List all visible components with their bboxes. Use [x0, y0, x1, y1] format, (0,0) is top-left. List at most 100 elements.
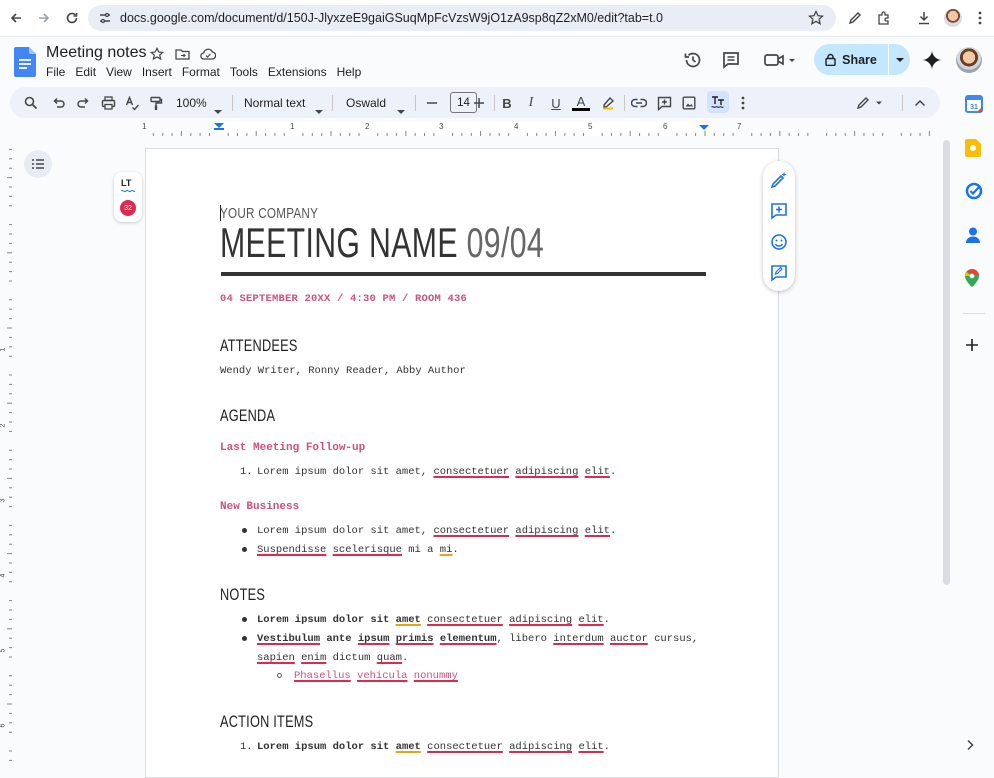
share-main-button[interactable]: Share — [814, 44, 888, 75]
tasks-icon[interactable] — [965, 182, 983, 200]
ruler-label: 7 — [737, 122, 742, 131]
languagetool-widget[interactable]: LT 32 — [114, 172, 142, 222]
zoom-select[interactable]: 100% — [176, 96, 207, 110]
date-time-location[interactable]: 04 SEPTEMBER 20XX / 4:30 PM / ROOM 436 — [220, 293, 467, 305]
bullet — [242, 547, 247, 552]
languagetool-logo: LT — [121, 178, 132, 188]
text-color-button[interactable]: A — [572, 94, 590, 111]
docs-logo-icon[interactable] — [14, 47, 36, 77]
list-item-continued[interactable]: sapien enim dictum quam. — [257, 652, 408, 664]
menu-tools[interactable]: Tools — [225, 65, 263, 79]
insert-image-icon[interactable] — [680, 94, 698, 112]
menu-file[interactable]: File — [46, 65, 70, 79]
keep-icon[interactable] — [965, 139, 983, 157]
get-add-ons-icon[interactable] — [965, 338, 983, 356]
menu-format[interactable]: Format — [177, 65, 225, 79]
list-item[interactable]: Lorem ipsum dolor sit amet, consectetuer… — [257, 525, 616, 537]
languagetool-error-count[interactable]: 32 — [120, 200, 136, 216]
share-dropdown-icon[interactable] — [890, 44, 910, 75]
sub-list-item[interactable]: Phasellus vehicula nonummy — [294, 670, 458, 682]
undo-icon[interactable] — [50, 94, 68, 112]
list-item[interactable]: Lorem ipsum dolor sit amet consectetuer … — [257, 741, 610, 753]
zoom-caret-icon[interactable] — [214, 101, 222, 119]
back-icon[interactable] — [6, 8, 26, 28]
attendees-list[interactable]: Wendy Writer, Ronny Reader, Abby Author — [220, 365, 466, 377]
account-avatar[interactable] — [956, 47, 982, 73]
site-settings-icon[interactable] — [98, 11, 112, 25]
meet-video-icon[interactable] — [763, 49, 799, 71]
browser-menu-icon[interactable] — [970, 8, 990, 28]
vertical-scrollbar[interactable] — [943, 140, 950, 585]
agenda-heading[interactable]: AGENDA — [220, 406, 275, 426]
browser-profile-avatar[interactable] — [944, 9, 962, 27]
highlight-color-icon[interactable] — [599, 94, 617, 112]
svg-text:31: 31 — [970, 104, 978, 111]
collapse-menus-icon[interactable] — [911, 94, 929, 112]
comments-icon[interactable] — [720, 49, 742, 71]
meeting-title[interactable]: MEETING NAME 09/04 — [220, 219, 544, 267]
redo-icon[interactable] — [74, 94, 92, 112]
meeting-name: MEETING NAME — [220, 219, 458, 266]
list-item[interactable]: Lorem ipsum dolor sit amet, consectetuer… — [257, 466, 616, 478]
search-menus-icon[interactable] — [22, 94, 40, 112]
font-select[interactable]: Oswald — [346, 96, 386, 110]
action-items-heading[interactable]: ACTION ITEMS — [220, 712, 313, 732]
extensions-icon[interactable] — [873, 8, 893, 28]
bookmark-star-icon[interactable] — [808, 10, 824, 26]
menu-edit[interactable]: Edit — [70, 65, 101, 79]
add-comment-icon[interactable] — [770, 202, 788, 220]
share-button[interactable]: Share — [814, 44, 910, 75]
bullet — [242, 528, 247, 533]
help-me-write-icon[interactable] — [770, 171, 788, 189]
paragraph-style-select[interactable]: Normal text — [244, 96, 305, 110]
expand-panel-icon[interactable] — [965, 739, 983, 757]
new-business-heading[interactable]: New Business — [220, 501, 299, 513]
decrease-font-size-icon[interactable] — [423, 94, 441, 112]
download-icon[interactable] — [914, 8, 934, 28]
vruler-label: 1 — [0, 347, 7, 352]
reload-icon[interactable] — [62, 8, 82, 28]
first-line-indent-marker[interactable] — [214, 128, 224, 130]
document-outline-button[interactable] — [24, 150, 52, 178]
version-history-icon[interactable] — [682, 49, 704, 71]
star-icon[interactable] — [150, 47, 166, 63]
cloud-saved-icon[interactable] — [200, 47, 216, 63]
increase-font-size-icon[interactable] — [470, 94, 488, 112]
spellcheck-icon[interactable] — [123, 94, 141, 112]
font-caret-icon[interactable] — [397, 101, 405, 119]
menu-view[interactable]: View — [101, 65, 137, 79]
maps-icon[interactable] — [965, 269, 983, 287]
list-item[interactable]: Suspendisse scelerisque mi a mi. — [257, 544, 459, 556]
address-bar[interactable]: docs.google.com/document/d/150J-JlyxzeE9… — [88, 5, 836, 31]
menu-extensions[interactable]: Extensions — [263, 65, 332, 79]
add-emoji-reaction-icon[interactable] — [770, 233, 788, 251]
move-folder-icon[interactable] — [175, 47, 191, 63]
italic-button[interactable]: I — [522, 94, 540, 112]
editing-mode-icon[interactable] — [856, 94, 886, 112]
print-icon[interactable] — [99, 94, 117, 112]
menu-help[interactable]: Help — [332, 65, 367, 79]
bold-button[interactable]: B — [498, 94, 516, 112]
insert-link-icon[interactable] — [630, 94, 648, 112]
document-title[interactable]: Meeting notes — [46, 44, 147, 62]
calendar-icon[interactable]: 31 — [965, 95, 983, 113]
ruler-label: 3 — [439, 122, 444, 131]
edit-pen-icon[interactable] — [845, 8, 865, 28]
vruler-label: 2 — [0, 423, 7, 428]
list-item[interactable]: Vestibulum ante ipsum primis elementum, … — [257, 633, 698, 645]
more-options-icon[interactable] — [734, 94, 752, 112]
contacts-icon[interactable] — [965, 226, 983, 244]
menu-insert[interactable]: Insert — [137, 65, 177, 79]
suggest-edits-icon[interactable] — [770, 264, 788, 282]
add-comment-icon[interactable] — [655, 94, 673, 112]
gemini-sparkle-icon[interactable] — [921, 49, 943, 71]
list-item[interactable]: Lorem ipsum dolor sit amet consectetuer … — [257, 614, 610, 626]
last-meeting-heading[interactable]: Last Meeting Follow-up — [220, 442, 365, 454]
underline-button[interactable]: U — [547, 94, 565, 112]
languagetool-active-icon[interactable] — [707, 91, 729, 113]
style-caret-icon[interactable] — [315, 101, 323, 119]
attendees-heading[interactable]: ATTENDEES — [220, 336, 298, 356]
forward-icon[interactable] — [34, 8, 54, 28]
notes-heading[interactable]: NOTES — [220, 585, 265, 605]
paint-format-icon[interactable] — [147, 94, 165, 112]
